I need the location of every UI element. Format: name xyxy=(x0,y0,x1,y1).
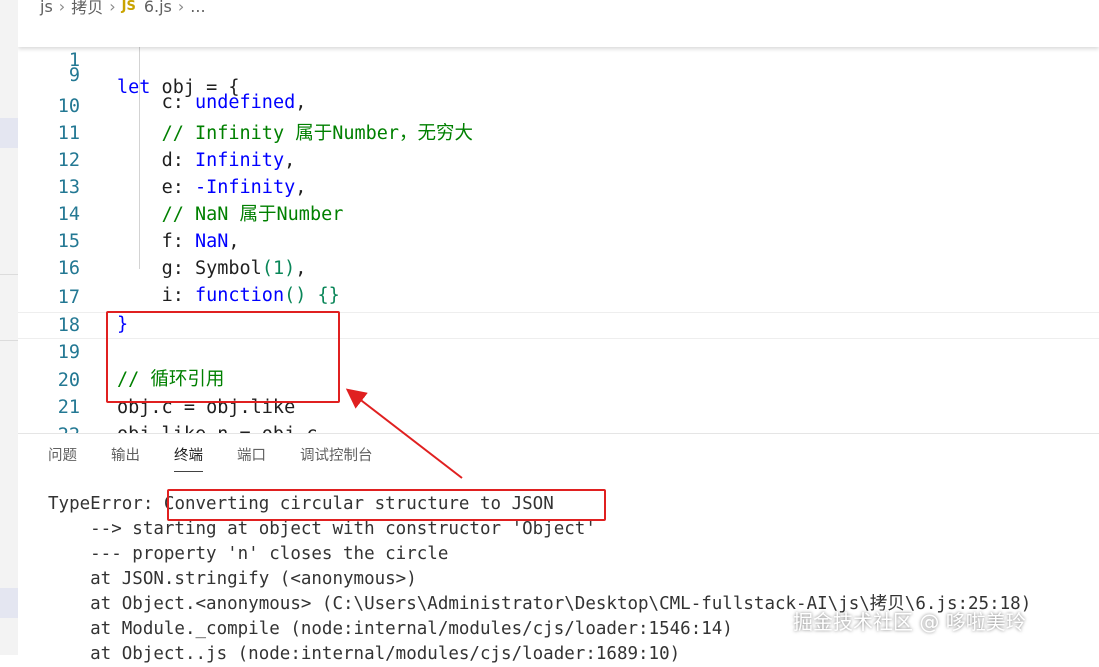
sticky-scroll-header[interactable]: 1 let obj = { xyxy=(18,20,1099,98)
watermark: 掘金技术社区 @ 哆啦美玲 xyxy=(793,610,1026,634)
line-number: 1 xyxy=(68,50,80,71)
code-text: let obj = { xyxy=(117,77,240,98)
